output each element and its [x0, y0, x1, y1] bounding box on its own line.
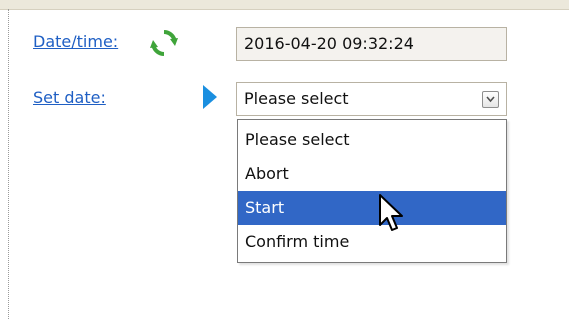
- chevron-down-icon[interactable]: [482, 91, 499, 108]
- set-date-label-link[interactable]: Set date:: [33, 89, 106, 107]
- dropdown-option-abort[interactable]: Abort: [238, 157, 506, 191]
- dropdown-option-please-select[interactable]: Please select: [238, 123, 506, 157]
- arrow-marker-icon: [202, 84, 218, 110]
- set-date-select[interactable]: Please select: [236, 82, 507, 116]
- panel-left-border: [8, 9, 9, 319]
- dropdown-option-start[interactable]: Start: [238, 191, 506, 225]
- set-date-dropdown-list: Please select Abort Start Confirm time: [237, 119, 507, 263]
- date-time-label-link[interactable]: Date/time:: [33, 33, 118, 51]
- refresh-icon[interactable]: [148, 27, 180, 59]
- set-date-selected-value: Please select: [244, 89, 349, 108]
- date-time-field: 2016-04-20 09:32:24: [236, 27, 507, 61]
- dropdown-option-confirm-time[interactable]: Confirm time: [238, 225, 506, 259]
- window-top-strip: [0, 0, 569, 10]
